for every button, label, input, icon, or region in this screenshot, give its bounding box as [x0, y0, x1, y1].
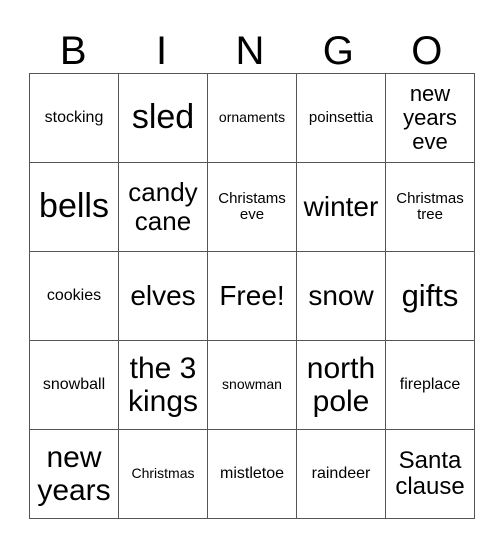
- bingo-grid: stocking sled ornaments poinsettia new y…: [29, 73, 475, 519]
- grid-row: stocking sled ornaments poinsettia new y…: [29, 73, 475, 163]
- bingo-cell[interactable]: the 3 kings: [118, 340, 208, 430]
- free-space-cell[interactable]: Free!: [207, 251, 297, 341]
- header-letter-i: I: [156, 29, 168, 73]
- bingo-cell[interactable]: sled: [118, 73, 208, 163]
- bingo-cell[interactable]: mistletoe: [207, 429, 297, 519]
- header-letter-o: O: [411, 29, 443, 73]
- bingo-cell[interactable]: cookies: [29, 251, 119, 341]
- bingo-cell[interactable]: gifts: [385, 251, 475, 341]
- bingo-cell[interactable]: candy cane: [118, 162, 208, 252]
- grid-row: cookies elves Free! snow gifts: [29, 251, 475, 341]
- bingo-cell[interactable]: stocking: [29, 73, 119, 163]
- bingo-cell[interactable]: snowball: [29, 340, 119, 430]
- bingo-cell[interactable]: poinsettia: [296, 73, 386, 163]
- bingo-cell[interactable]: ornaments: [207, 73, 297, 163]
- bingo-cell[interactable]: raindeer: [296, 429, 386, 519]
- bingo-cell[interactable]: new years eve: [385, 73, 475, 163]
- bingo-cell[interactable]: elves: [118, 251, 208, 341]
- bingo-cell[interactable]: Christmas tree: [385, 162, 475, 252]
- bingo-cell[interactable]: Santa clause: [385, 429, 475, 519]
- bingo-cell[interactable]: fireplace: [385, 340, 475, 430]
- header-letter-b: B: [59, 29, 87, 73]
- grid-row: snowball the 3 kings snowman north pole …: [29, 340, 475, 430]
- grid-row: bells candy cane Christams eve winter Ch…: [29, 162, 475, 252]
- header-letter-n: N: [235, 29, 265, 73]
- bingo-cell[interactable]: new years: [29, 429, 119, 519]
- bingo-cell[interactable]: snowman: [207, 340, 297, 430]
- bingo-cell[interactable]: winter: [296, 162, 386, 252]
- bingo-cell[interactable]: Christams eve: [207, 162, 297, 252]
- header-letter-g: G: [322, 29, 354, 73]
- bingo-cell[interactable]: snow: [296, 251, 386, 341]
- bingo-header: B I N G O: [29, 30, 471, 73]
- bingo-cell[interactable]: north pole: [296, 340, 386, 430]
- bingo-cell[interactable]: Christmas: [118, 429, 208, 519]
- bingo-cell[interactable]: bells: [29, 162, 119, 252]
- grid-row: new years Christmas mistletoe raindeer S…: [29, 429, 475, 519]
